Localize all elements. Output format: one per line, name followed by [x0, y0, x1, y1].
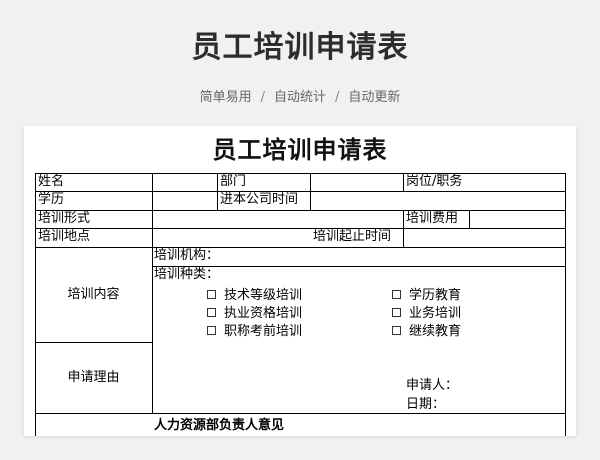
grid-line — [403, 210, 404, 247]
label-position: 岗位/职务 — [406, 174, 463, 189]
checkbox-icon — [392, 326, 401, 335]
grid-line — [35, 342, 152, 343]
grid-line — [35, 173, 565, 174]
tag-auto-stats: 自动统计 — [273, 90, 326, 105]
checkbox-icon — [392, 308, 401, 317]
label-category: 培训种类： — [154, 267, 220, 282]
option-title-exam[interactable]: 职称考前培训 — [207, 323, 302, 341]
label-hr-opinion: 人力资源部负责人意见 — [154, 418, 285, 433]
label-date: 日期： — [406, 397, 446, 412]
checkbox-icon — [207, 326, 216, 335]
label-education: 学历 — [38, 192, 65, 207]
tag-auto-update: 自动更新 — [348, 90, 401, 105]
grid-line — [565, 173, 566, 436]
grid-line — [469, 210, 470, 228]
grid-line — [310, 173, 311, 210]
checkbox-icon — [207, 308, 216, 317]
grid-line — [152, 173, 153, 413]
grid-line — [35, 413, 565, 414]
option-professional-qualification[interactable]: 执业资格培训 — [207, 305, 302, 323]
label-name: 姓名 — [38, 174, 65, 189]
form-title: 员工培训申请表 — [212, 136, 388, 164]
grid-line — [403, 173, 404, 191]
label-training-period: 培训起止时间 — [313, 229, 392, 244]
option-degree-education[interactable]: 学历教育 — [392, 287, 461, 305]
option-skill-grade[interactable]: 技术等级培训 — [207, 287, 302, 305]
label-join-date: 进本公司时间 — [220, 192, 299, 207]
label-training-location: 培训地点 — [38, 229, 91, 244]
tag-separator: / — [335, 90, 340, 105]
checkbox-icon — [392, 290, 401, 299]
feature-tags: 简单易用 / 自动统计 / 自动更新 — [0, 86, 600, 105]
label-department: 部门 — [220, 174, 247, 189]
option-continuing-education[interactable]: 继续教育 — [392, 323, 461, 341]
tag-easy: 简单易用 — [199, 90, 252, 105]
grid-line — [35, 173, 36, 436]
form-sheet: 员工培训申请表 姓名 部门 岗位/职务 学历 进本公司时间 培训形式 培训费用 … — [24, 126, 576, 436]
label-training-form: 培训形式 — [38, 211, 91, 226]
grid-line — [35, 210, 565, 211]
page-title: 员工培训申请表 — [191, 30, 409, 65]
option-business-training[interactable]: 业务培训 — [392, 305, 461, 323]
grid-line — [35, 247, 565, 248]
label-reason: 申请理由 — [67, 370, 120, 385]
grid-line — [35, 228, 565, 229]
grid-line — [35, 191, 565, 192]
checkbox-icon — [207, 290, 216, 299]
grid-line — [217, 173, 218, 210]
label-training-content: 培训内容 — [67, 287, 120, 302]
label-applicant: 申请人： — [406, 378, 459, 393]
tag-separator: / — [260, 90, 265, 105]
label-training-fee: 培训费用 — [406, 211, 459, 226]
label-institution: 培训机构： — [154, 248, 220, 263]
